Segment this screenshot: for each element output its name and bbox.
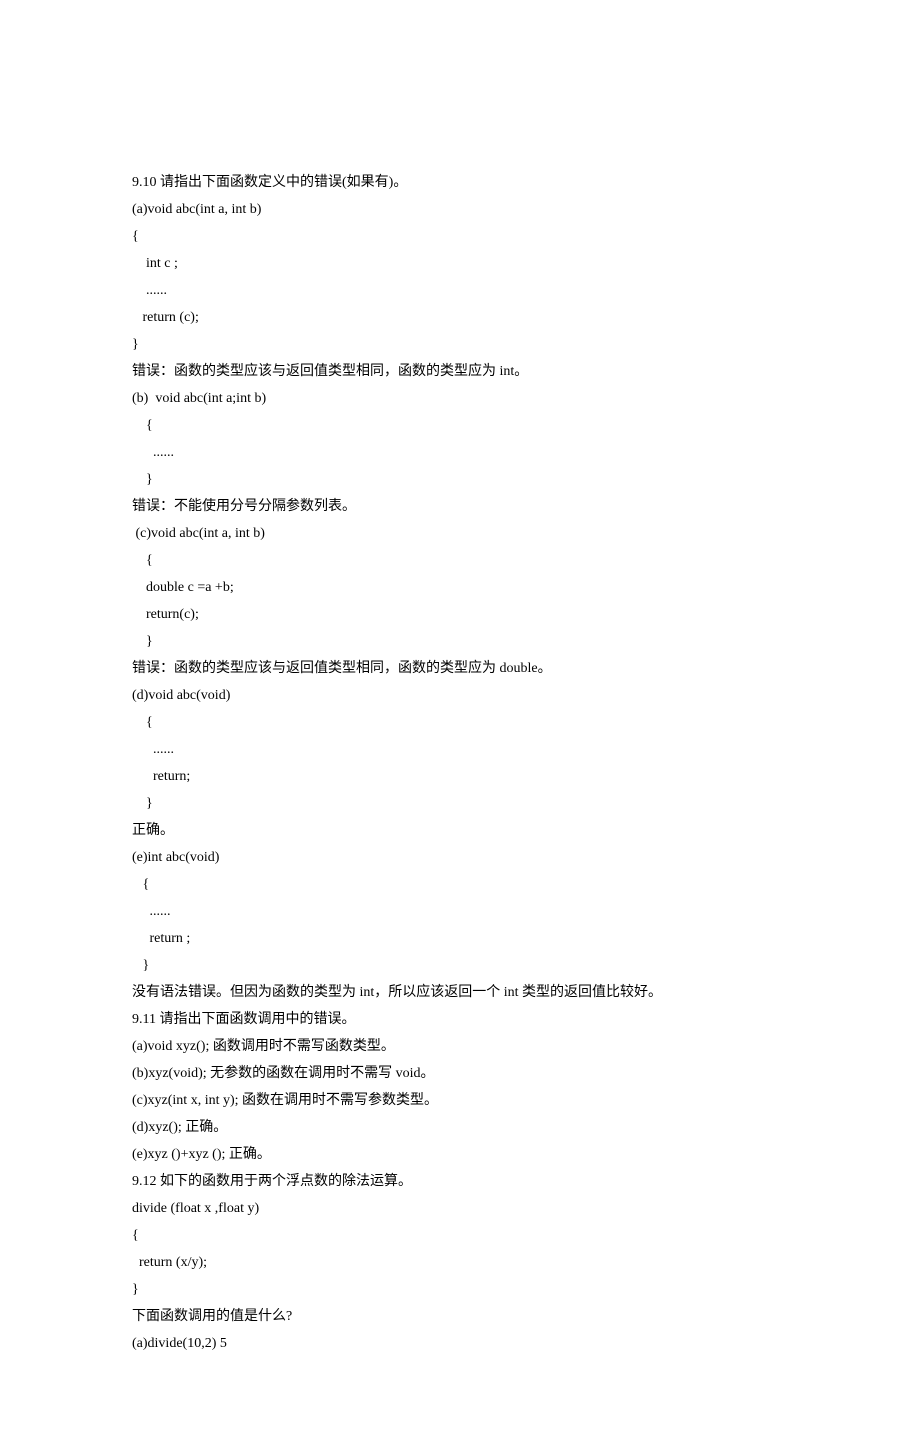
text-line: (c)xyz(int x, int y); 函数在调用时不需写参数类型。 [132, 1087, 788, 1114]
text-line: 没有语法错误。但因为函数的类型为 int，所以应该返回一个 int 类型的返回值… [132, 979, 788, 1006]
text-line: 9.10 请指出下面函数定义中的错误(如果有)。 [132, 169, 788, 196]
text-line: return (c); [132, 304, 788, 331]
text-line: } [132, 1276, 788, 1303]
text-line: 错误：函数的类型应该与返回值类型相同，函数的类型应为 double。 [132, 655, 788, 682]
text-line: 9.11 请指出下面函数调用中的错误。 [132, 1006, 788, 1033]
text-line: } [132, 331, 788, 358]
text-line: divide (float x ,float y) [132, 1195, 788, 1222]
text-line: 下面函数调用的值是什么? [132, 1303, 788, 1330]
text-line: { [132, 871, 788, 898]
text-line: 正确。 [132, 817, 788, 844]
text-line: (b)xyz(void); 无参数的函数在调用时不需写 void。 [132, 1060, 788, 1087]
text-line: return (x/y); [132, 1249, 788, 1276]
text-line: 9.12 如下的函数用于两个浮点数的除法运算。 [132, 1168, 788, 1195]
text-line: (b) void abc(int a;int b) [132, 385, 788, 412]
text-line: } [132, 790, 788, 817]
text-line: { [132, 709, 788, 736]
text-line: (c)void abc(int a, int b) [132, 520, 788, 547]
text-line: (e)xyz ()+xyz (); 正确。 [132, 1141, 788, 1168]
text-line: (a)void abc(int a, int b) [132, 196, 788, 223]
text-line: return(c); [132, 601, 788, 628]
text-line: } [132, 466, 788, 493]
text-line: int c ; [132, 250, 788, 277]
text-line: ...... [132, 736, 788, 763]
text-line: (e)int abc(void) [132, 844, 788, 871]
text-line: { [132, 547, 788, 574]
text-line: (a)void xyz(); 函数调用时不需写函数类型。 [132, 1033, 788, 1060]
text-line: double c =a +b; [132, 574, 788, 601]
text-line: (d)xyz(); 正确。 [132, 1114, 788, 1141]
text-line: { [132, 223, 788, 250]
text-line: ...... [132, 898, 788, 925]
document-body: 9.10 请指出下面函数定义中的错误(如果有)。(a)void abc(int … [132, 169, 788, 1357]
text-line: (a)divide(10,2) 5 [132, 1330, 788, 1357]
text-line: ...... [132, 439, 788, 466]
text-line: } [132, 628, 788, 655]
text-line: return; [132, 763, 788, 790]
text-line: (d)void abc(void) [132, 682, 788, 709]
text-line: return ; [132, 925, 788, 952]
text-line: ...... [132, 277, 788, 304]
text-line: 错误：不能使用分号分隔参数列表。 [132, 493, 788, 520]
text-line: 错误：函数的类型应该与返回值类型相同，函数的类型应为 int。 [132, 358, 788, 385]
text-line: } [132, 952, 788, 979]
text-line: { [132, 412, 788, 439]
text-line: { [132, 1222, 788, 1249]
